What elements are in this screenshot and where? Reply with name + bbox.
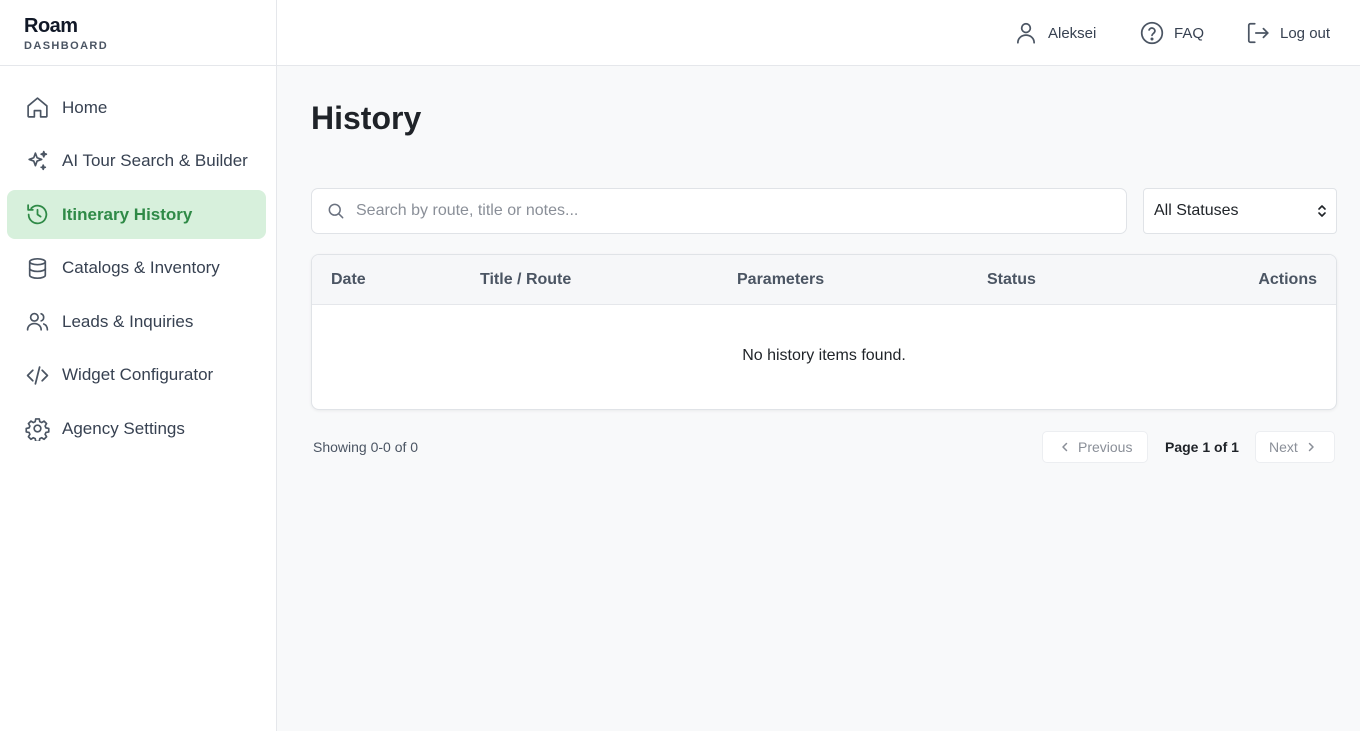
top-bar: Aleksei FAQ Log out — [277, 0, 1360, 66]
column-header-status[interactable]: Status — [987, 271, 1036, 289]
page-title: History — [311, 100, 422, 136]
sidebar-item-ai-tour-search[interactable]: AI Tour Search & Builder — [7, 137, 266, 186]
sidebar: Roam DASHBOARD Home AI Tour Search & Bui… — [0, 0, 277, 731]
brand-logo: Roam — [24, 15, 78, 37]
page-indicator: Page 1 of 1 — [1165, 439, 1239, 455]
faq-link[interactable]: FAQ — [1139, 20, 1204, 46]
sidebar-item-label: Itinerary History — [62, 204, 193, 224]
logout-button[interactable]: Log out — [1245, 20, 1330, 46]
search-input[interactable] — [356, 202, 1096, 220]
sidebar-item-label: Leads & Inquiries — [62, 311, 194, 331]
results-count: Showing 0-0 of 0 — [313, 439, 419, 455]
users-icon — [24, 309, 50, 335]
gear-icon — [24, 416, 50, 442]
sidebar-item-leads[interactable]: Leads & Inquiries — [7, 297, 266, 346]
code-icon — [24, 362, 50, 388]
sidebar-nav: Home AI Tour Search & Builder Itinerary … — [0, 66, 276, 453]
sidebar-item-label: AI Tour Search & Builder — [62, 151, 248, 170]
column-header-title-route[interactable]: Title / Route — [480, 271, 571, 289]
sidebar-item-label: Home — [62, 97, 108, 117]
sidebar-item-label: Agency Settings — [62, 418, 185, 438]
sidebar-item-agency-settings[interactable]: Agency Settings — [7, 404, 266, 453]
logout-label: Log out — [1280, 24, 1331, 42]
logout-icon — [1247, 22, 1269, 44]
sidebar-item-itinerary-history[interactable]: Itinerary History — [7, 190, 266, 239]
search-box[interactable] — [311, 188, 1127, 234]
home-icon — [24, 95, 50, 121]
select-caret-icon — [1318, 205, 1326, 217]
previous-page-button[interactable]: Previous — [1042, 431, 1148, 463]
faq-label: FAQ — [1174, 24, 1205, 42]
sidebar-item-widget-configurator[interactable]: Widget Configurator — [7, 351, 266, 400]
previous-label: Previous — [1078, 439, 1133, 455]
next-label: Next — [1269, 439, 1298, 455]
column-header-actions: Actions — [1258, 271, 1317, 288]
database-icon — [24, 255, 50, 281]
history-table: Date Title / Route Parameters Status Act… — [311, 254, 1337, 410]
table-header: Date Title / Route Parameters Status Act… — [312, 255, 1336, 305]
help-circle-icon — [1140, 21, 1164, 45]
status-filter-value: All Statuses — [1154, 202, 1239, 219]
chevron-right-icon — [1308, 442, 1314, 452]
column-header-date[interactable]: Date — [331, 271, 366, 289]
sidebar-item-label: Catalogs & Inventory — [62, 258, 220, 277]
brand-subtitle: DASHBOARD — [24, 40, 109, 52]
empty-state-message: No history items found. — [742, 347, 906, 364]
status-filter-select[interactable]: All Statuses — [1143, 188, 1337, 234]
chevron-left-icon — [1062, 442, 1068, 452]
sparkles-icon — [24, 148, 50, 174]
user-menu-button[interactable]: Aleksei — [1013, 20, 1096, 46]
sidebar-item-label: Widget Configurator — [62, 365, 214, 384]
sidebar-item-catalogs[interactable]: Catalogs & Inventory — [7, 244, 266, 293]
brand[interactable]: Roam DASHBOARD — [0, 0, 276, 66]
search-icon — [328, 203, 344, 219]
main-content: History All Statuses Date Title / Route … — [277, 66, 1360, 731]
sidebar-item-home[interactable]: Home — [7, 83, 266, 132]
history-icon — [24, 202, 50, 228]
next-page-button[interactable]: Next — [1255, 431, 1335, 463]
column-header-parameters[interactable]: Parameters — [737, 271, 824, 289]
user-icon — [1017, 22, 1035, 44]
user-name: Aleksei — [1048, 24, 1097, 42]
